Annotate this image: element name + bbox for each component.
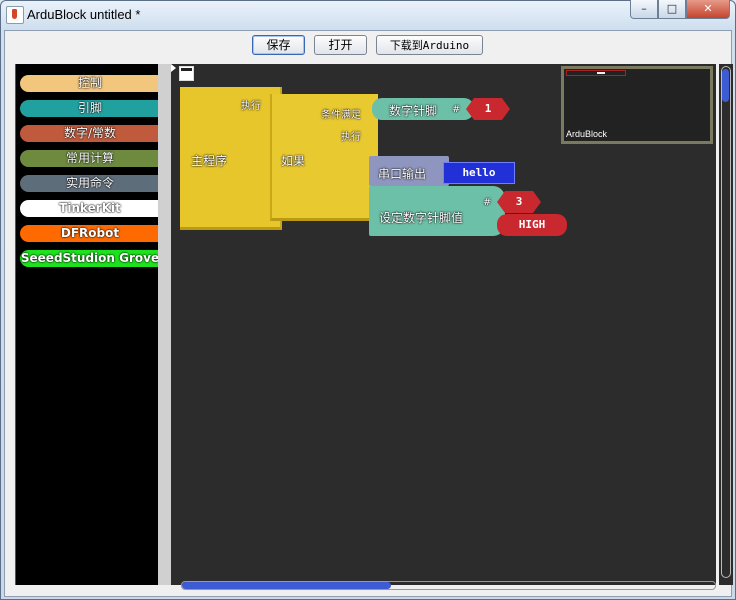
workspace-toggle-icon[interactable] — [179, 66, 194, 81]
palette-item-pins[interactable]: 引脚 — [20, 100, 160, 117]
palette-divider[interactable] — [158, 64, 171, 585]
palette-item-dfrobot[interactable]: DFRobot — [20, 225, 160, 242]
open-button[interactable]: 打开 — [314, 35, 367, 55]
horizontal-scroll-thumb[interactable] — [182, 582, 391, 589]
vertical-scroll-thumb[interactable] — [722, 69, 729, 102]
digital-write-pin-symbol: # — [483, 197, 492, 208]
palette-item-numbers-constants[interactable]: 数字/常数 — [20, 125, 160, 142]
serial-print-text-value[interactable]: hello — [443, 162, 515, 184]
palette-item-control[interactable]: 控制 — [20, 75, 160, 92]
toolbar: 保存 打开 下载到Arduino — [5, 31, 731, 61]
minimize-button[interactable]: – — [630, 0, 658, 19]
window-title: ArduBlock untitled * — [27, 7, 141, 22]
close-button[interactable]: ✕ — [686, 0, 730, 19]
block-palette: 控制 引脚 数字/常数 常用计算 实用命令 TinkerKit DFRobot … — [15, 64, 160, 585]
main-program-label: 主程序 — [191, 154, 228, 168]
digital-write-state-value[interactable]: HIGH — [497, 214, 567, 236]
if-label: 如果 — [281, 154, 306, 168]
minimap-blocks-preview — [566, 70, 626, 76]
block-workspace[interactable]: 主程序 执行 如果 条件满足 执行 数字针脚 # 1 串口输出 hello 设定… — [171, 64, 733, 590]
upload-to-arduino-button[interactable]: 下载到Arduino — [376, 35, 483, 55]
close-icon: ✕ — [703, 2, 713, 15]
vertical-scrollbar[interactable] — [719, 64, 733, 585]
digital-read-pin-value[interactable]: 1 — [466, 98, 510, 120]
maximize-button[interactable]: □ — [658, 0, 686, 19]
palette-item-operators[interactable]: 常用计算 — [20, 150, 160, 167]
main-program-do-label: 执行 — [241, 101, 261, 112]
digital-read-label: 数字针脚 — [389, 104, 438, 118]
java-app-icon — [6, 6, 24, 24]
if-do-label: 执行 — [341, 132, 361, 143]
if-condition-label: 条件满足 — [321, 110, 361, 121]
palette-item-tinkerkit[interactable]: TinkerKit — [20, 200, 160, 217]
vertical-scroll-track[interactable] — [721, 66, 731, 578]
title-bar[interactable]: ArduBlock untitled * – □ ✕ — [0, 0, 736, 30]
palette-item-seeedstudio-grove[interactable]: SeeedStudion Grove — [20, 250, 160, 267]
collapse-arrow-icon[interactable] — [171, 64, 176, 72]
serial-print-label: 串口输出 — [378, 167, 427, 181]
palette-item-utilities[interactable]: 实用命令 — [20, 175, 160, 192]
minimap-label: ArduBlock — [566, 129, 608, 139]
digital-write-pin-value[interactable]: 3 — [497, 191, 541, 213]
maximize-icon: □ — [666, 2, 678, 15]
workspace-minimap[interactable]: ArduBlock — [561, 66, 713, 144]
digital-read-pin-symbol: # — [452, 104, 461, 115]
save-button[interactable]: 保存 — [252, 35, 305, 55]
minimize-icon: – — [641, 2, 647, 15]
client-area: 保存 打开 下载到Arduino 控制 引脚 数字/常数 常用计算 实用命令 T… — [4, 30, 733, 597]
digital-write-label: 设定数字针脚值 — [379, 211, 464, 225]
